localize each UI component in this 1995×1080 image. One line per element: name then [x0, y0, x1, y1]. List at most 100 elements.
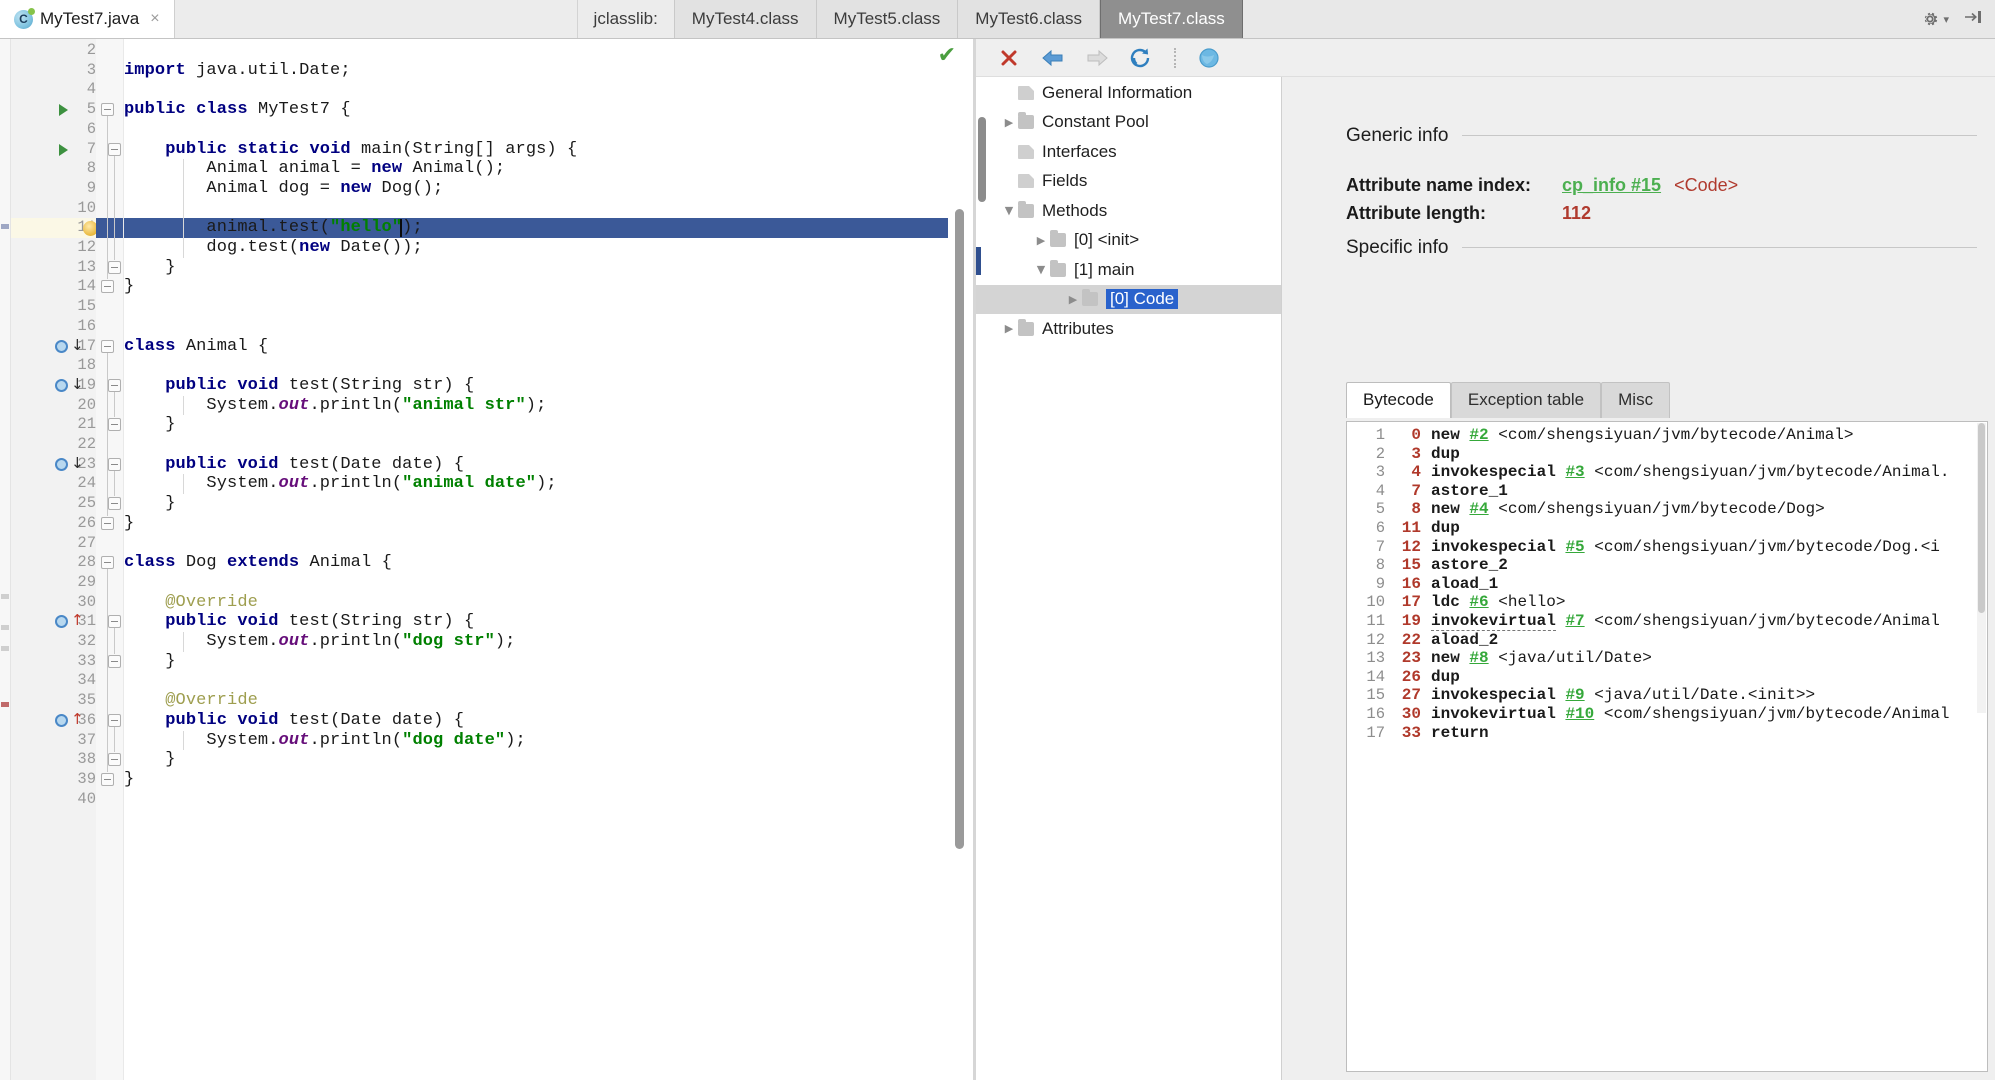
tab-mytest5-class[interactable]: MyTest5.class [816, 0, 959, 38]
tab-mytest7-class[interactable]: MyTest7.class [1100, 0, 1243, 38]
code-line[interactable]: @Override [124, 691, 258, 711]
back-icon[interactable] [1040, 45, 1066, 71]
bytecode-row[interactable]: 3 4 invokespecial #3 <com/shengsiyuan/jvm/… [1347, 463, 1987, 482]
chevron-right-icon[interactable]: ▶ [1032, 234, 1050, 247]
code-line[interactable]: System.out.println("animal date"); [124, 474, 557, 494]
code-line[interactable]: class Animal { [124, 337, 268, 357]
code-line[interactable]: System.out.println("dog date"); [124, 731, 526, 751]
tree-item-1-main[interactable]: ▼ [1] main [976, 255, 1281, 285]
chevron-down-icon[interactable]: ▼ [1032, 263, 1050, 276]
bytecode-row[interactable]: 2 3 dup [1347, 445, 1987, 464]
bytecode-row[interactable]: 4 7 astore_1 [1347, 482, 1987, 501]
fold-toggle[interactable] [108, 713, 121, 727]
constant-pool-link[interactable]: #5 [1565, 538, 1584, 556]
editor-tab-mytest7-java[interactable]: C MyTest7.java × [0, 0, 175, 38]
code-line[interactable]: public static void main(String[] args) { [124, 140, 577, 160]
code-line[interactable]: } [124, 750, 176, 770]
chevron-right-icon[interactable]: ▶ [1064, 293, 1082, 306]
tree-item-0-code[interactable]: ▶ [0] Code [976, 284, 1281, 314]
constant-pool-link[interactable]: #4 [1469, 500, 1488, 518]
bytecode-row[interactable]: 12 22 aload_2 [1347, 631, 1987, 650]
fold-end-marker[interactable] [108, 418, 121, 432]
code-line[interactable]: public void test(Date date) { [124, 455, 464, 475]
code-line[interactable]: } [124, 415, 176, 435]
fold-end-marker[interactable] [108, 260, 121, 274]
code-line[interactable]: import java.util.Date; [124, 61, 351, 81]
code-line[interactable]: } [124, 770, 134, 790]
tab-exception-table[interactable]: Exception table [1450, 382, 1602, 418]
fold-toggle[interactable] [101, 339, 114, 353]
tree-item-general-information[interactable]: General Information [976, 78, 1281, 108]
fold-toggle[interactable] [108, 142, 121, 156]
chevron-right-icon[interactable]: ▶ [1000, 116, 1018, 129]
fold-toggle[interactable] [101, 556, 114, 570]
bytecode-row[interactable]: 8 15 astore_2 [1347, 556, 1987, 575]
chevron-down-icon[interactable]: ▼ [1000, 204, 1018, 217]
fold-end-marker[interactable] [108, 654, 121, 668]
cp-info-link[interactable]: cp_info #15 [1562, 175, 1661, 195]
inspection-ok-icon[interactable]: ✔ [938, 45, 956, 67]
fold-end-marker[interactable] [101, 280, 114, 294]
fold-toggle[interactable] [108, 457, 121, 471]
bytecode-row[interactable]: 1 0 new #2 <com/shengsiyuan/jvm/bytecode/A… [1347, 426, 1987, 445]
editor-scrollbar-track[interactable] [948, 39, 974, 1080]
run-gutter-icon[interactable] [59, 104, 68, 117]
code-editor-pane[interactable]: 2345678910111213141516171819202122232425… [0, 39, 975, 1080]
fold-toggle[interactable] [101, 103, 114, 117]
constant-pool-link[interactable]: #10 [1565, 705, 1594, 723]
constant-pool-link[interactable]: #9 [1565, 686, 1584, 704]
code-line[interactable]: @Override [124, 593, 258, 613]
bytecode-row[interactable]: 15 27 invokespecial #9 <java/util/Date.<in… [1347, 686, 1987, 705]
bytecode-row[interactable]: 9 16 aload_1 [1347, 575, 1987, 594]
constant-pool-link[interactable]: #6 [1469, 593, 1488, 611]
tree-item-0-init[interactable]: ▶ [0] <init> [976, 226, 1281, 256]
editor-panel-divider[interactable] [973, 39, 976, 1080]
forward-icon[interactable] [1084, 45, 1110, 71]
bytecode-row[interactable]: 11 19 invokevirtual #7 <com/shengsiyuan/jv… [1347, 612, 1987, 631]
tree-item-methods[interactable]: ▼ Methods [976, 196, 1281, 226]
code-line[interactable]: System.out.println("animal str"); [124, 396, 546, 416]
code-line[interactable]: } [124, 258, 176, 278]
code-line[interactable]: } [124, 652, 176, 672]
fold-end-marker[interactable] [101, 772, 114, 786]
fold-end-marker[interactable] [101, 516, 114, 530]
tab-mytest4-class[interactable]: MyTest4.class [674, 0, 817, 38]
close-icon[interactable] [996, 45, 1022, 71]
code-line[interactable]: Animal dog = new Dog(); [124, 179, 443, 199]
bytecode-row[interactable]: 7 12 invokespecial #5 <com/shengsiyuan/jvm… [1347, 538, 1987, 557]
bytecode-row[interactable]: 17 33 return [1347, 724, 1987, 743]
constant-pool-link[interactable]: #7 [1565, 612, 1584, 630]
bytecode-row[interactable]: 10 17 ldc #6 <hello> [1347, 593, 1987, 612]
tab-bytecode[interactable]: Bytecode [1346, 382, 1451, 418]
reload-icon[interactable] [1128, 45, 1154, 71]
code-line[interactable]: class Dog extends Animal { [124, 553, 392, 573]
bytecode-row[interactable]: 5 8 new #4 <com/shengsiyuan/jvm/bytecode/D… [1347, 500, 1987, 519]
constant-pool-link[interactable]: #8 [1469, 649, 1488, 667]
code-folding-column[interactable] [96, 39, 124, 1080]
gear-icon[interactable]: ▾ [1920, 9, 1949, 29]
constant-pool-link[interactable]: #3 [1565, 463, 1584, 481]
fold-end-marker[interactable] [108, 753, 121, 767]
overridden-method-icon[interactable] [55, 339, 68, 353]
tree-item-constant-pool[interactable]: ▶ Constant Pool [976, 108, 1281, 138]
bytecode-row[interactable]: 13 23 new #8 <java/util/Date> [1347, 649, 1987, 668]
fold-toggle[interactable] [108, 378, 121, 392]
overridden-method-icon[interactable] [55, 457, 68, 471]
editor-scrollbar-thumb[interactable] [955, 209, 964, 849]
code-line[interactable]: public class MyTest7 { [124, 100, 351, 120]
code-line[interactable]: } [124, 277, 134, 297]
tree-item-interfaces[interactable]: Interfaces [976, 137, 1281, 167]
run-gutter-icon[interactable] [59, 143, 68, 156]
tab-misc[interactable]: Misc [1601, 382, 1671, 418]
browse-icon[interactable] [1196, 45, 1222, 71]
overriding-method-icon[interactable] [55, 713, 68, 727]
bytecode-row[interactable]: 16 30 invokevirtual #10 <com/shengsiyuan/j… [1347, 705, 1987, 724]
code-line[interactable]: animal.test("hello"); [124, 218, 423, 238]
code-line[interactable]: } [124, 514, 134, 534]
code-line[interactable]: public void test(String str) { [124, 612, 474, 632]
overridden-method-icon[interactable] [55, 378, 68, 392]
class-structure-tree[interactable]: General Information ▶ Constant Pool Interfa… [976, 77, 1282, 1080]
hide-panel-icon[interactable] [1963, 8, 1983, 31]
bytecode-row[interactable]: 14 26 dup [1347, 668, 1987, 687]
code-line[interactable]: public void test(Date date) { [124, 711, 464, 731]
